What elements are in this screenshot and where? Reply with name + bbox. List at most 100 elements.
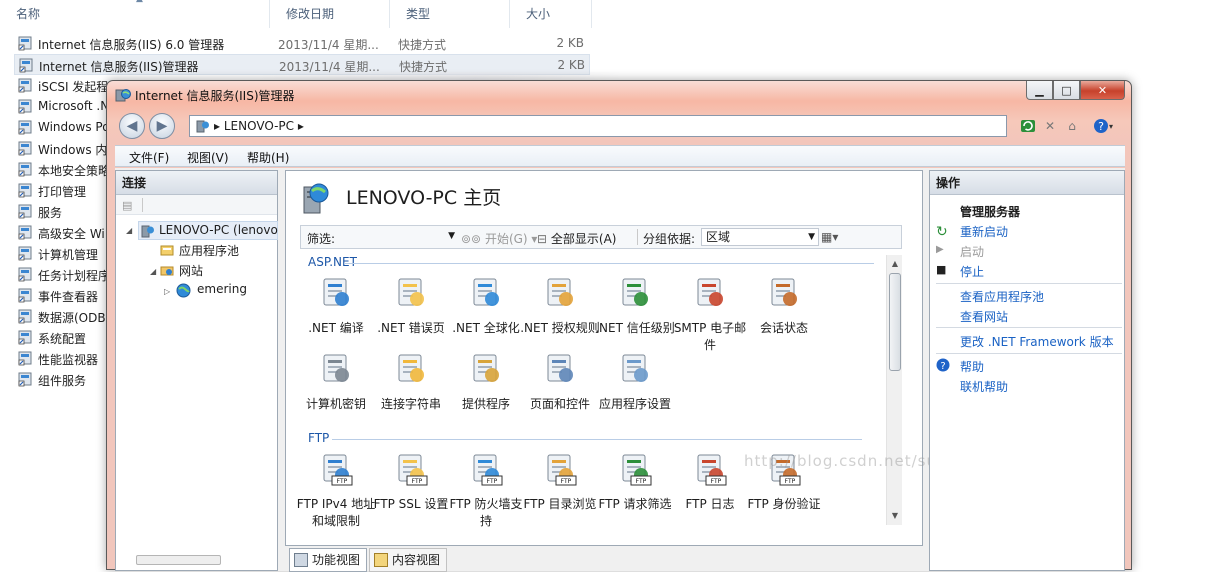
start-button[interactable]: ⊚⊚ 开始(G) ▾: [461, 230, 537, 247]
file-name: 计算机管理: [38, 248, 99, 262]
menu-help[interactable]: 帮助(H): [247, 149, 289, 166]
menu-view[interactable]: 视图(V): [187, 149, 229, 166]
file-name: 事件查看器: [38, 290, 99, 304]
shortcut-icon: [18, 141, 32, 156]
feature-label: .NET 错误页: [377, 321, 445, 335]
tree-node-server[interactable]: LENOVO-PC (lenovo: [138, 221, 278, 240]
actions-panel: 操作 管理服务器 ↻ 重新启动 ▶ 启动 ■ 停止 查看应用程序池 查看网站 更…: [929, 170, 1125, 571]
tree-collapsed-icon[interactable]: ▷: [164, 287, 170, 296]
feature-icon: [398, 354, 424, 382]
feature-item[interactable]: FTP FTP IPv4 地址和域限制: [296, 451, 376, 530]
shortcut-icon: [18, 372, 32, 387]
svg-text:FTP: FTP: [711, 478, 722, 485]
column-header-size[interactable]: 大小: [510, 0, 592, 28]
group-header[interactable]: ASP.NET: [308, 255, 357, 269]
help-dropdown-icon[interactable]: ? ▾: [1089, 117, 1117, 135]
feature-item[interactable]: .NET 全球化: [446, 275, 526, 337]
file-name: 打印管理: [38, 185, 87, 199]
menu-file[interactable]: 文件(F): [129, 149, 169, 166]
scroll-up-icon[interactable]: ▲: [887, 255, 903, 272]
feature-item[interactable]: FTP FTP 身份验证: [744, 451, 824, 513]
file-size: 2 KB: [556, 36, 584, 50]
action-stop[interactable]: 停止: [960, 263, 984, 280]
tab-content-view[interactable]: 内容视图: [369, 548, 448, 572]
feature-label: .NET 全球化: [452, 321, 520, 335]
file-name: Windows 内: [38, 143, 108, 157]
feature-item[interactable]: 应用程序设置: [595, 351, 675, 413]
feature-icon: FTP: [622, 454, 652, 486]
stop-icon[interactable]: ✕: [1041, 117, 1059, 135]
file-name: iSCSI 发起程: [38, 80, 109, 94]
column-header-date[interactable]: 修改日期: [270, 0, 390, 28]
refresh-icon[interactable]: [1019, 117, 1037, 135]
feature-label: .NET 授权规则: [520, 321, 600, 335]
minimize-button[interactable]: ▁: [1026, 81, 1053, 100]
column-header-type[interactable]: 类型: [390, 0, 510, 28]
back-button[interactable]: ◀: [119, 113, 145, 139]
navigation-bar: ◀ ▶ ▸ LENOVO-PC ▸ ✕ ⌂ ? ▾: [115, 111, 1125, 143]
action-online-help[interactable]: 联机帮助: [960, 378, 1008, 395]
feature-item[interactable]: .NET 授权规则: [520, 275, 600, 337]
new-connection-icon[interactable]: ▤: [122, 199, 132, 212]
tree-expanded-icon[interactable]: ◢: [126, 226, 132, 235]
feature-item[interactable]: FTP FTP SSL 设置: [371, 451, 451, 513]
tree-expanded-icon[interactable]: ◢: [150, 267, 156, 276]
maximize-button[interactable]: □: [1053, 81, 1080, 100]
start-icon: ▶: [936, 244, 944, 255]
file-name: 本地安全策略: [38, 164, 111, 178]
file-row[interactable]: Internet 信息服务(IIS) 6.0 管理器 2013/11/4 星期..…: [14, 33, 590, 54]
show-all-button[interactable]: ⊟ 全部显示(A): [537, 230, 616, 247]
action-view-app-pools[interactable]: 查看应用程序池: [960, 288, 1044, 305]
feature-item[interactable]: .NET 错误页: [371, 275, 451, 337]
close-button[interactable]: ✕: [1080, 81, 1125, 100]
feature-item[interactable]: FTP FTP 防火墙支持: [446, 451, 526, 530]
feature-item[interactable]: 提供程序: [446, 351, 526, 413]
scroll-down-icon[interactable]: ▼: [887, 507, 903, 524]
vertical-scrollbar[interactable]: ▲ ▼: [886, 255, 902, 525]
group-header[interactable]: FTP: [308, 431, 329, 445]
feature-item[interactable]: FTP FTP 请求筛选: [595, 451, 675, 513]
file-name: 高级安全 Wi: [38, 227, 105, 241]
feature-icon: FTP: [771, 454, 801, 486]
action-restart[interactable]: 重新启动: [960, 223, 1008, 240]
feature-icon: FTP: [473, 454, 503, 486]
horizontal-scrollbar[interactable]: [136, 555, 221, 565]
features-panel: LENOVO-PC 主页 筛选: ▼ ⊚⊚ 开始(G) ▾ ⊟ 全部显示(A) …: [285, 170, 1019, 546]
action-help[interactable]: 帮助: [960, 358, 984, 375]
feature-label: 提供程序: [461, 397, 510, 411]
separator: [936, 283, 1122, 284]
tab-features-view[interactable]: 功能视图: [289, 548, 368, 572]
feature-label: 页面和控件: [529, 397, 590, 411]
feature-item[interactable]: SMTP 电子邮件: [670, 275, 750, 354]
shortcut-icon: [18, 246, 32, 261]
feature-item[interactable]: 会话状态: [744, 275, 824, 337]
forward-button[interactable]: ▶: [149, 113, 175, 139]
file-name: Windows Po: [38, 120, 110, 134]
feature-item[interactable]: 连接字符串: [371, 351, 451, 413]
feature-item[interactable]: FTP FTP 日志: [670, 451, 750, 513]
action-view-sites[interactable]: 查看网站: [960, 308, 1008, 325]
arrow-left-icon: ◀: [126, 118, 138, 134]
show-all-icon: ⊟: [537, 232, 548, 246]
column-header-name[interactable]: 名称: [0, 0, 270, 28]
features-view-icon: [294, 553, 308, 567]
feature-item[interactable]: FTP FTP 目录浏览: [520, 451, 600, 513]
feature-item[interactable]: .NET 编译: [296, 275, 376, 337]
feature-item[interactable]: .NET 信任级别: [595, 275, 675, 337]
filter-input[interactable]: ▼: [347, 228, 457, 246]
view-mode-icon[interactable]: ▦▾: [821, 230, 838, 244]
dropdown-arrow-icon: ▼: [448, 231, 455, 241]
feature-item[interactable]: 页面和控件: [520, 351, 600, 413]
feature-icon: [771, 278, 797, 306]
home-icon[interactable]: ⌂: [1063, 117, 1081, 135]
action-start[interactable]: 启动: [960, 243, 984, 260]
feature-item[interactable]: 计算机密钥: [296, 351, 376, 413]
action-change-framework[interactable]: 更改 .NET Framework 版本: [960, 333, 1114, 350]
file-name: 性能监视器: [38, 353, 99, 367]
filter-label: 筛选:: [307, 232, 336, 246]
feature-label: FTP 防火墙支持: [449, 497, 523, 528]
address-bar[interactable]: ▸ LENOVO-PC ▸: [189, 115, 1007, 137]
scrollbar-thumb[interactable]: [889, 273, 901, 371]
group-by-select[interactable]: 区域 ▼: [701, 228, 819, 246]
feature-icon: [622, 278, 648, 306]
